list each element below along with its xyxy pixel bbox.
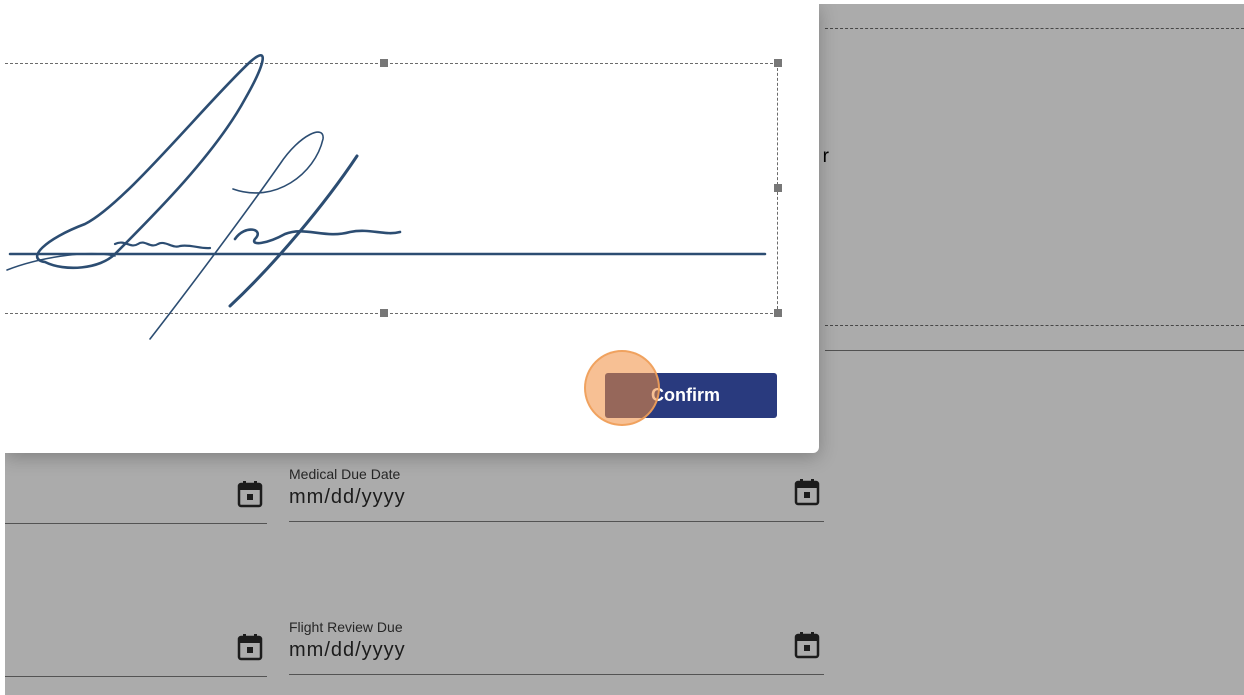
signature-dialog: Confirm: [5, 4, 819, 453]
confirm-button[interactable]: Confirm: [605, 373, 777, 418]
handwritten-signature: [6, 54, 767, 340]
screen: or Medical Due Date mm/dd/yyyy Flight Re…: [5, 4, 1244, 695]
